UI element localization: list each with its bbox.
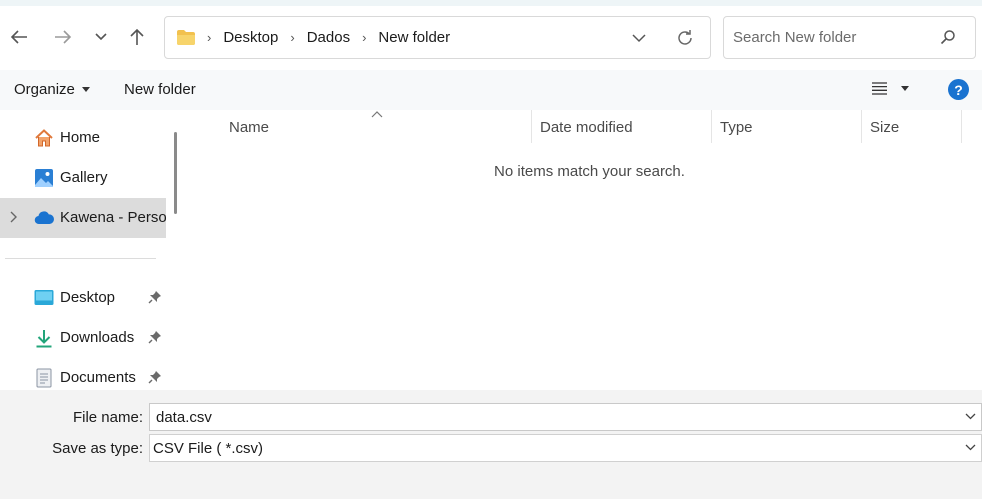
forward-button[interactable]	[50, 24, 76, 50]
navigation-bar: › Desktop › Dados › New folder	[0, 6, 982, 70]
column-header-type[interactable]: Type	[712, 110, 862, 143]
divider	[5, 258, 156, 259]
column-label: Size	[870, 119, 900, 136]
chevron-down-icon[interactable]	[965, 444, 976, 451]
nav-scrollbar[interactable]	[174, 132, 177, 214]
nav-item-label: Documents	[60, 369, 136, 386]
gallery-icon	[35, 169, 53, 187]
pin-icon	[148, 371, 161, 384]
chevron-right-icon[interactable]: ›	[290, 30, 294, 45]
nav-item-desktop[interactable]: Desktop	[0, 278, 166, 318]
navigation-pane: Home Gallery Kawena - Personal Desktop D…	[0, 110, 187, 390]
nav-item-downloads[interactable]: Downloads	[0, 318, 166, 358]
nav-item-onedrive[interactable]: Kawena - Personal	[0, 198, 166, 238]
search-box[interactable]	[723, 16, 976, 59]
view-options-button[interactable]	[872, 82, 909, 95]
nav-item-label: Kawena - Personal	[60, 209, 166, 226]
nav-item-gallery[interactable]: Gallery	[0, 158, 166, 198]
search-input[interactable]	[724, 17, 934, 58]
file-name-label: File name:	[72, 409, 143, 426]
folder-icon	[177, 30, 195, 45]
home-icon	[35, 129, 53, 147]
back-button[interactable]	[6, 24, 32, 50]
help-button[interactable]: ?	[948, 79, 969, 100]
onedrive-cloud-icon	[34, 211, 54, 225]
column-label: Type	[720, 119, 753, 136]
nav-item-home[interactable]: Home	[0, 118, 166, 158]
arrow-up-icon	[130, 28, 144, 45]
file-list: Name Date modified Type Size No items ma…	[187, 110, 982, 390]
arrow-right-icon	[55, 30, 72, 44]
breadcrumb: › Desktop › Dados › New folder	[203, 17, 450, 58]
chevron-right-icon[interactable]: ›	[207, 30, 211, 45]
column-header-size[interactable]: Size	[862, 110, 962, 143]
caret-down-icon	[81, 87, 90, 92]
save-type-value: CSV File ( *.csv)	[153, 440, 264, 457]
chevron-right-icon[interactable]	[9, 211, 18, 223]
nav-item-label: Gallery	[60, 169, 108, 186]
pin-icon	[148, 291, 161, 304]
nav-item-documents[interactable]: Documents	[0, 358, 166, 390]
arrow-left-icon	[10, 30, 27, 44]
column-label: Date modified	[540, 119, 633, 136]
empty-state-message: No items match your search.	[494, 163, 685, 180]
save-type-label: Save as type:	[52, 440, 143, 457]
address-bar[interactable]: › Desktop › Dados › New folder	[164, 16, 711, 59]
save-type-select[interactable]: CSV File ( *.csv)	[149, 434, 982, 462]
list-view-icon	[872, 82, 887, 95]
chevron-down-icon[interactable]	[965, 413, 976, 420]
organize-button[interactable]: Organize	[14, 81, 90, 98]
organize-label: Organize	[14, 81, 75, 98]
breadcrumb-new-folder[interactable]: New folder	[378, 29, 450, 46]
file-name-field[interactable]: data.csv	[149, 403, 982, 431]
desktop-icon	[34, 290, 54, 305]
breadcrumb-desktop[interactable]: Desktop	[223, 29, 278, 46]
column-header-date-modified[interactable]: Date modified	[532, 110, 712, 143]
command-bar: Organize New folder ?	[0, 70, 982, 110]
up-button[interactable]	[124, 24, 150, 50]
chevron-right-icon[interactable]: ›	[362, 30, 366, 45]
save-form: File name: data.csv Save as type: CSV Fi…	[0, 390, 982, 499]
documents-icon	[36, 368, 52, 388]
address-history-chevron-icon[interactable]	[631, 31, 647, 45]
chevron-down-icon	[95, 33, 107, 41]
column-label: Name	[229, 119, 270, 136]
downloads-icon	[36, 330, 52, 348]
pin-icon	[148, 331, 161, 344]
nav-item-label: Home	[60, 129, 101, 146]
file-name-value[interactable]: data.csv	[156, 409, 212, 426]
nav-item-label: Downloads	[60, 329, 135, 346]
nav-item-label: Desktop	[60, 289, 116, 306]
new-folder-button[interactable]: New folder	[124, 81, 196, 98]
recent-locations-button[interactable]	[88, 24, 114, 50]
breadcrumb-dados[interactable]: Dados	[307, 29, 350, 46]
refresh-icon[interactable]	[675, 28, 695, 48]
search-icon[interactable]	[940, 29, 956, 45]
caret-down-icon	[901, 86, 909, 91]
column-header-name[interactable]: Name	[221, 110, 532, 143]
